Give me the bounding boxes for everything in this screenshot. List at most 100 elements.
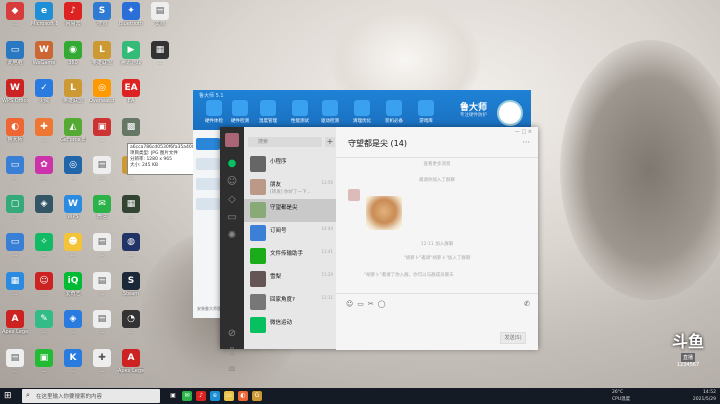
desktop-icon[interactable]: ▢... [2,194,28,233]
mini-program-icon[interactable]: ⊘ [220,325,244,343]
system-clock[interactable]: 14:52 2021/5/29 [693,389,716,403]
folder-icon[interactable]: ▭ [220,209,244,227]
moments-icon[interactable]: ✺ [220,227,244,245]
chat-list-item[interactable]: 小程序 [244,153,336,176]
ludashi-tool-button[interactable]: 游戏库 [415,100,437,124]
desktop-icon[interactable]: ♪ 网易云 [60,2,86,40]
desktop-icon[interactable]: ▭... [2,156,28,194]
desktop-icon[interactable]: L 英雄联盟 [60,79,86,117]
ludashi-tool-button[interactable]: 清理优化 [351,100,373,124]
input-toolbar[interactable]: ☺▭✂◯ [346,300,390,308]
window-controls[interactable]: — □ × [515,129,532,135]
desktop-icon[interactable]: ▤... [89,233,115,271]
contacts-icon[interactable]: ☺ [220,173,244,191]
desktop-icon[interactable]: ✓ 火绒 [31,79,57,117]
chat-list-item[interactable]: 朋友 [转发] 你好了一下... 13:56 [244,176,336,199]
desktop-icon[interactable]: ▶ 腾讯游戏 [118,40,144,79]
desktop-icon[interactable]: ◭GeForce Experience [60,117,86,156]
desktop-icon[interactable]: ▣... [31,348,57,387]
ludashi-sidebar-item[interactable] [196,158,220,170]
edge-taskbar-icon[interactable]: e [210,391,220,401]
ludashi-tool-button[interactable]: 硬件体检 [203,100,225,124]
desktop-icon[interactable]: ▤... [89,310,115,348]
desktop-icon[interactable]: ◆... [2,2,28,40]
game-taskbar-icon[interactable]: G [252,391,262,401]
more-icon[interactable]: ··· [522,138,530,147]
ludashi-tool-button[interactable]: 温度管理 [257,100,279,124]
menu-icon[interactable]: ≡ [220,361,244,379]
call-icon[interactable]: ✆ [524,300,530,308]
desktop-icon[interactable]: ◈... [31,194,57,233]
image-message[interactable] [366,196,402,230]
add-icon[interactable]: + [325,137,335,147]
ludashi-tool-button[interactable]: 驱动检测 [319,100,341,124]
desktop-icon[interactable]: ◎... [60,156,86,194]
desktop-icon[interactable]: AApex Legends [2,310,28,348]
desktop-icon[interactable]: ▤... [89,271,115,310]
chat-list-item[interactable]: 微信运动 [244,314,336,337]
desktop-icon[interactable]: ▭ 此电脑 [2,40,28,79]
ludashi-sidebar-item[interactable] [196,178,220,190]
desktop-icon[interactable]: ✦ Bluetooth [118,2,144,40]
ludashi-tool-button[interactable]: 装机必备 [383,100,405,124]
desktop-icon[interactable]: ▦... [118,194,144,233]
desktop-icon[interactable]: ◐ 鲁大师 [2,117,28,156]
wechat-taskbar-icon[interactable]: ✉ [182,391,192,401]
desktop-icon[interactable]: ☻... [60,233,86,271]
desktop-icon[interactable]: AApex Legends [118,348,144,387]
chat-list-item[interactable]: 订阅号 14:44 [244,222,336,245]
ludashi-tool-button[interactable]: 硬件检测 [229,100,251,124]
search-input[interactable]: 搜索 [248,137,322,147]
favorites-icon[interactable]: ◇ [220,191,244,209]
desktop-icon[interactable]: ◔... [118,310,144,348]
desktop-icon[interactable]: S Steam [118,271,144,310]
netease-music-taskbar-icon[interactable]: ♪ [196,391,206,401]
desktop-icon[interactable]: iQ 爱奇艺 [60,271,86,310]
wechat-window[interactable]: ● ☺ ◇ ▭ ✺ ⊘ ▯ ≡ 搜索 + 小程序 朋友 [转发] 你好了一下..… [220,127,538,375]
desktop-icon[interactable]: W WPS [60,194,86,233]
explorer-taskbar-icon[interactable]: ▭ [224,391,234,401]
desktop-icon[interactable]: ▦... [147,40,173,79]
desktop-icon[interactable]: ▤ 文档 [147,2,173,40]
desktop-icon[interactable]: ▤... [2,348,28,387]
desktop-icon[interactable]: EA EA [118,79,144,117]
chat-list-item[interactable]: 回家角度? 11:11 [244,291,336,314]
chat-list-item[interactable]: 守望都是尖 [244,199,336,222]
chat-icon[interactable]: ● [220,155,244,173]
desktop-icon[interactable]: ▦... [2,271,28,310]
ludashi-tool-button[interactable]: 性能测试 [289,100,311,124]
phone-icon[interactable]: ▯ [220,343,244,361]
message-input-area[interactable]: ☺▭✂◯ ✆ 发送(S) [336,293,538,350]
windows-start-icon[interactable]: ⊞ [4,391,14,401]
desktop-icon[interactable]: ✿... [31,156,57,194]
sender-avatar[interactable] [348,189,360,201]
desktop-icon[interactable]: ◍... [118,233,144,271]
desktop-icon[interactable]: eMicrosoft Edge [31,2,57,40]
desktop-icon[interactable]: ✎... [31,310,57,348]
desktop-icon[interactable]: ✚... [31,117,57,156]
desktop-icon[interactable]: ◉ 360 [60,40,86,79]
ludashi-taskbar-icon[interactable]: ◐ [238,391,248,401]
desktop-icon[interactable]: W WPS Office [2,79,28,117]
desktop-icon[interactable]: L 英雄联盟 [89,40,115,79]
desktop-icon[interactable]: ◈... [60,310,86,348]
system-message[interactable]: 查看更多消息 [336,161,538,167]
desktop-icon[interactable]: W WeGame [31,40,57,79]
task-view-icon[interactable]: ▣ [168,391,178,401]
desktop-icon[interactable]: ✧... [31,233,57,271]
desktop-icon[interactable]: ▣... [89,117,115,156]
chat-list-item[interactable]: 文件传输助手 11:41 [244,245,336,268]
desktop-icon[interactable]: ▭... [2,233,28,271]
desktop-icon[interactable]: ▤... [89,156,115,194]
desktop-icon[interactable]: ✉ 微信 [89,194,115,233]
desktop-icon[interactable]: K... [60,348,86,387]
send-button[interactable]: 发送(S) [500,332,526,344]
desktop-icon[interactable]: ◎ Overwatch [89,79,115,117]
ludashi-sidebar-item[interactable] [196,198,220,210]
weather-widget[interactable]: 26°C CPU温度 [612,389,630,403]
desktop-icon[interactable]: ☺... [31,271,57,310]
ludashi-sidebar-item[interactable] [196,138,220,150]
desktop-icon[interactable]: S 搜狗 [89,2,115,40]
chat-list-item[interactable]: 雪梨 11:20 [244,268,336,291]
desktop-icon[interactable]: ✚... [89,348,115,387]
